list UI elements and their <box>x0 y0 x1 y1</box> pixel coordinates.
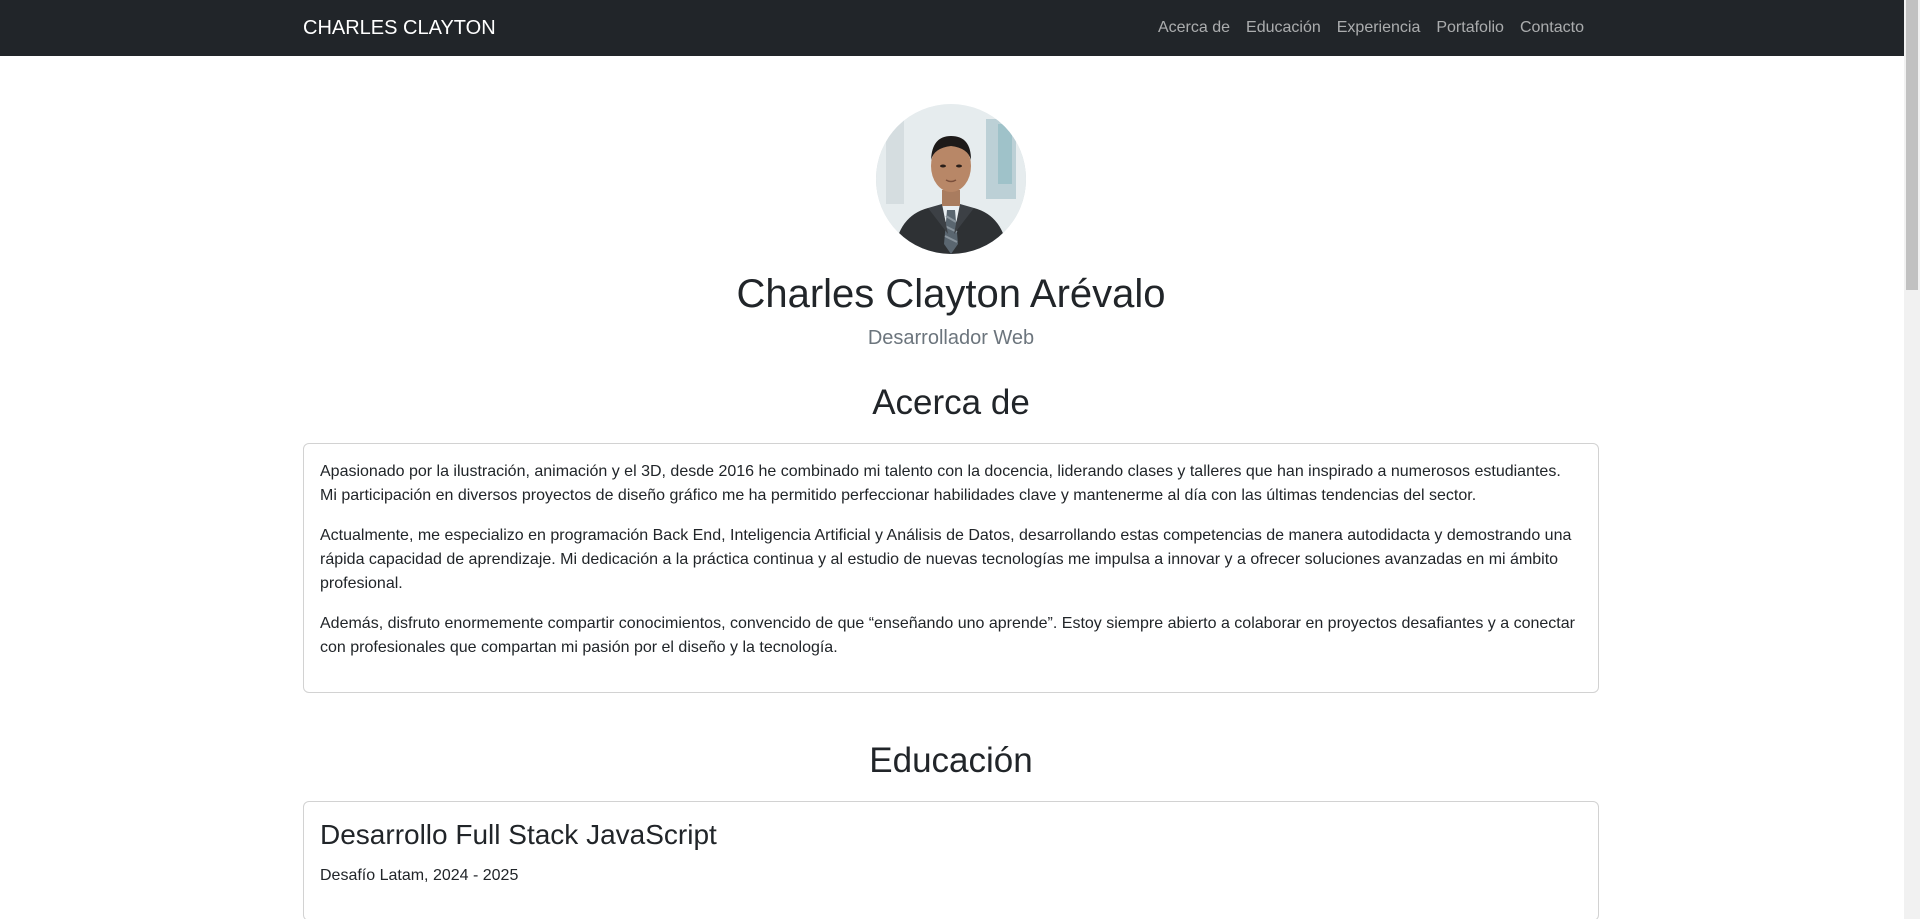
education-card: Desarrollo Full Stack JavaScript Desafío… <box>303 801 1599 919</box>
about-paragraph: Apasionado por la ilustración, animación… <box>320 463 1561 504</box>
about-paragraph: Actualmente, me especializo en programac… <box>320 527 1572 592</box>
scrollbar-thumb[interactable] <box>1906 0 1918 290</box>
hero-name: Charles Clayton Arévalo <box>736 272 1166 316</box>
nav-link-educacion[interactable]: Educación <box>1238 0 1329 56</box>
education-section: Educación Desarrollo Full Stack JavaScri… <box>303 741 1599 919</box>
nav-link-experiencia[interactable]: Experiencia <box>1329 0 1429 56</box>
nav-link-portafolio[interactable]: Portafolio <box>1428 0 1512 56</box>
nav-link-contacto[interactable]: Contacto <box>1512 0 1592 56</box>
about-paragraph: Además, disfruto enormemente compartir c… <box>320 615 1575 656</box>
education-item-name: Desarrollo Full Stack JavaScript <box>320 819 717 850</box>
brand-link[interactable]: CHARLES CLAYTON <box>303 0 496 56</box>
about-section: Acerca de Apasionado por la ilustración,… <box>303 383 1599 693</box>
main-content: Charles Clayton Arévalo Desarrollador We… <box>303 56 1599 919</box>
hero-section: Charles Clayton Arévalo Desarrollador We… <box>303 104 1599 350</box>
avatar <box>876 104 1026 254</box>
about-card: Apasionado por la ilustración, animación… <box>303 443 1599 693</box>
hero-role: Desarrollador Web <box>867 327 1035 349</box>
top-navbar: CHARLES CLAYTON Acerca de Educación Expe… <box>0 0 1904 56</box>
page-scrollbar[interactable] <box>1904 0 1920 919</box>
education-title: Educación <box>869 741 1033 780</box>
about-title: Acerca de <box>872 383 1030 422</box>
education-item-meta: Desafío Latam, 2024 - 2025 <box>320 867 519 884</box>
nav-link-acerca-de[interactable]: Acerca de <box>1150 0 1238 56</box>
nav-links: Acerca de Educación Experiencia Portafol… <box>1150 0 1592 56</box>
profile-photo <box>876 104 1026 254</box>
